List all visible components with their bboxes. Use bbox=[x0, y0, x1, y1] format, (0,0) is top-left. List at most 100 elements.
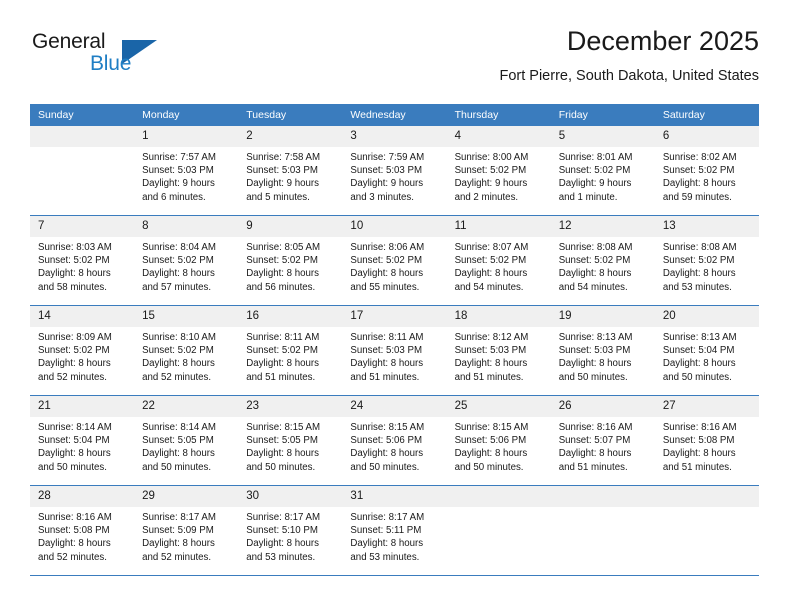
daylight-text-line1: Daylight: 8 hours bbox=[38, 538, 111, 550]
calendar-day-cell[interactable]: 7 Sunrise: 8:03 AM Sunset: 5:02 PM Daylight… bbox=[30, 215, 135, 306]
calendar-day-cell-empty bbox=[446, 485, 551, 576]
weekday-header-monday: Monday bbox=[134, 104, 239, 126]
calendar-day-cell[interactable]: 27 Sunrise: 8:16 AM Sunset: 5:08 PM Dayligh… bbox=[654, 395, 759, 486]
calendar-day-cell[interactable]: 17 Sunrise: 8:11 AM Sunset: 5:03 PM Dayligh… bbox=[342, 305, 447, 396]
daylight-text-line1: Daylight: 8 hours bbox=[454, 448, 528, 460]
calendar-day-cell[interactable]: 28 Sunrise: 8:16 AM Sunset: 5:08 PM Dayligh… bbox=[30, 485, 135, 576]
calendar-day-cell[interactable]: 31 Sunrise: 8:17 AM Sunset: 5:11 PM Dayligh… bbox=[342, 485, 447, 576]
sunset-text: Sunset: 5:08 PM bbox=[38, 525, 110, 537]
day-info: Sunrise: 8:10 AM Sunset: 5:02 PM Daylight:… bbox=[134, 327, 238, 384]
daylight-text-line1: Daylight: 8 hours bbox=[142, 448, 215, 460]
daylight-text-line1: Daylight: 8 hours bbox=[558, 268, 632, 280]
sunrise-text: Sunrise: 8:03 AM bbox=[38, 242, 112, 253]
daylight-text-line1: Daylight: 9 hours bbox=[454, 178, 528, 190]
sunrise-text: Sunrise: 8:14 AM bbox=[142, 422, 216, 433]
calendar-day-cell[interactable]: 12 Sunrise: 8:08 AM Sunset: 5:02 PM Dayligh… bbox=[550, 215, 655, 306]
calendar-week-row: 14 Sunrise: 8:09 AM Sunset: 5:02 PM Dayligh… bbox=[30, 305, 759, 396]
daylight-text-line1: Daylight: 8 hours bbox=[350, 358, 424, 370]
sunset-text: Sunset: 5:02 PM bbox=[246, 255, 318, 267]
sunrise-text: Sunrise: 8:15 AM bbox=[350, 422, 425, 433]
sunrise-text: Sunrise: 8:16 AM bbox=[38, 512, 112, 523]
calendar-day-cell[interactable]: 29 Sunrise: 8:17 AM Sunset: 5:09 PM Dayligh… bbox=[134, 485, 239, 576]
sunset-text: Sunset: 5:10 PM bbox=[246, 525, 318, 537]
day-number: 23 bbox=[238, 396, 343, 417]
calendar-day-cell[interactable]: 16 Sunrise: 8:11 AM Sunset: 5:02 PM Dayligh… bbox=[238, 305, 343, 396]
daylight-text-line2: and 58 minutes. bbox=[38, 281, 107, 293]
calendar-day-cell[interactable]: 14 Sunrise: 8:09 AM Sunset: 5:02 PM Dayligh… bbox=[30, 305, 135, 396]
sunrise-text: Sunrise: 8:12 AM bbox=[454, 332, 529, 343]
calendar-day-cell[interactable]: 11 Sunrise: 8:07 AM Sunset: 5:02 PM Dayligh… bbox=[446, 215, 551, 306]
daylight-text-line1: Daylight: 9 hours bbox=[350, 178, 424, 190]
calendar-day-cell[interactable]: 6 Sunrise: 8:02 AM Sunset: 5:02 PM Daylight… bbox=[654, 126, 759, 216]
daylight-text-line1: Daylight: 8 hours bbox=[558, 448, 632, 460]
calendar-day-cell[interactable]: 22 Sunrise: 8:14 AM Sunset: 5:05 PM Dayligh… bbox=[134, 395, 239, 486]
calendar-day-cell[interactable]: 13 Sunrise: 8:08 AM Sunset: 5:02 PM Dayligh… bbox=[654, 215, 759, 306]
day-number: 11 bbox=[446, 216, 551, 237]
calendar-day-cell[interactable]: 19 Sunrise: 8:13 AM Sunset: 5:03 PM Dayligh… bbox=[550, 305, 655, 396]
day-cell-inner: 29 Sunrise: 8:17 AM Sunset: 5:09 PM Dayligh… bbox=[134, 486, 239, 575]
calendar-day-cell[interactable]: 8 Sunrise: 8:04 AM Sunset: 5:02 PM Daylight… bbox=[134, 215, 239, 306]
calendar-day-cell[interactable]: 2 Sunrise: 7:58 AM Sunset: 5:03 PM Daylight… bbox=[238, 126, 343, 216]
day-number bbox=[446, 486, 551, 507]
calendar-body: 1 Sunrise: 7:57 AM Sunset: 5:03 PM Daylight… bbox=[30, 126, 759, 576]
daylight-text-line2: and 53 minutes. bbox=[662, 281, 732, 293]
day-info: Sunrise: 8:02 AM Sunset: 5:02 PM Daylight:… bbox=[655, 147, 759, 204]
calendar-day-cell[interactable]: 25 Sunrise: 8:15 AM Sunset: 5:06 PM Dayligh… bbox=[446, 395, 551, 486]
sunset-text: Sunset: 5:09 PM bbox=[142, 525, 214, 537]
sunrise-text: Sunrise: 8:11 AM bbox=[350, 332, 424, 343]
day-info: Sunrise: 8:01 AM Sunset: 5:02 PM Daylight:… bbox=[551, 147, 655, 204]
calendar-header-row: Sunday Monday Tuesday Wednesday Thursday Frid… bbox=[30, 104, 759, 126]
daylight-text-line1: Daylight: 9 hours bbox=[246, 178, 319, 190]
day-cell-inner: 20 Sunrise: 8:13 AM Sunset: 5:04 PM Dayligh… bbox=[654, 306, 759, 395]
calendar-day-cell[interactable]: 5 Sunrise: 8:01 AM Sunset: 5:02 PM Daylight… bbox=[550, 126, 655, 216]
day-info: Sunrise: 8:17 AM Sunset: 5:09 PM Daylight:… bbox=[134, 507, 238, 564]
calendar-day-cell[interactable]: 20 Sunrise: 8:13 AM Sunset: 5:04 PM Dayligh… bbox=[654, 305, 759, 396]
sunset-text: Sunset: 5:03 PM bbox=[558, 345, 631, 357]
daylight-text-line1: Daylight: 8 hours bbox=[246, 358, 319, 370]
calendar-day-cell[interactable]: 26 Sunrise: 8:16 AM Sunset: 5:07 PM Dayligh… bbox=[550, 395, 655, 486]
day-number: 2 bbox=[238, 126, 343, 147]
day-number: 16 bbox=[238, 306, 343, 327]
day-cell-inner: 21 Sunrise: 8:14 AM Sunset: 5:04 PM Dayligh… bbox=[30, 396, 135, 485]
calendar-day-cell[interactable]: 24 Sunrise: 8:15 AM Sunset: 5:06 PM Dayligh… bbox=[342, 395, 447, 486]
day-info: Sunrise: 8:14 AM Sunset: 5:04 PM Daylight:… bbox=[30, 417, 134, 474]
daylight-text-line1: Daylight: 8 hours bbox=[246, 448, 319, 460]
daylight-text-line1: Daylight: 8 hours bbox=[350, 268, 424, 280]
calendar-day-cell[interactable]: 4 Sunrise: 8:00 AM Sunset: 5:02 PM Daylight… bbox=[446, 126, 551, 216]
day-info: Sunrise: 8:13 AM Sunset: 5:04 PM Daylight:… bbox=[655, 327, 759, 384]
day-info: Sunrise: 8:16 AM Sunset: 5:08 PM Daylight:… bbox=[30, 507, 134, 564]
weekday-header-wednesday: Wednesday bbox=[342, 104, 447, 126]
sunrise-text: Sunrise: 8:04 AM bbox=[142, 242, 216, 253]
day-cell-inner: 23 Sunrise: 8:15 AM Sunset: 5:05 PM Dayligh… bbox=[238, 396, 343, 485]
brand-name-blue: Blue bbox=[90, 52, 132, 75]
calendar-day-cell[interactable]: 18 Sunrise: 8:12 AM Sunset: 5:03 PM Dayligh… bbox=[446, 305, 551, 396]
calendar-day-cell[interactable]: 9 Sunrise: 8:05 AM Sunset: 5:02 PM Daylight… bbox=[238, 215, 343, 306]
daylight-text-line2: and 56 minutes. bbox=[246, 281, 316, 293]
day-info: Sunrise: 7:58 AM Sunset: 5:03 PM Daylight:… bbox=[238, 147, 342, 204]
sunset-text: Sunset: 5:03 PM bbox=[454, 345, 527, 357]
sunrise-text: Sunrise: 8:14 AM bbox=[38, 422, 112, 433]
calendar-day-cell[interactable]: 3 Sunrise: 7:59 AM Sunset: 5:03 PM Daylight… bbox=[342, 126, 447, 216]
day-cell-inner: 14 Sunrise: 8:09 AM Sunset: 5:02 PM Dayligh… bbox=[30, 306, 135, 395]
calendar-day-cell[interactable]: 23 Sunrise: 8:15 AM Sunset: 5:05 PM Dayligh… bbox=[238, 395, 343, 486]
sunset-text: Sunset: 5:02 PM bbox=[350, 255, 423, 267]
sunset-text: Sunset: 5:02 PM bbox=[454, 165, 527, 177]
day-number: 15 bbox=[134, 306, 239, 327]
calendar-page: General Blue December 2025 Fort Pierre, … bbox=[0, 0, 792, 612]
sunrise-text: Sunrise: 8:13 AM bbox=[558, 332, 633, 343]
calendar-day-cell[interactable]: 21 Sunrise: 8:14 AM Sunset: 5:04 PM Dayligh… bbox=[30, 395, 135, 486]
brand-logo[interactable]: General Blue bbox=[30, 28, 190, 84]
sunset-text: Sunset: 5:08 PM bbox=[662, 435, 735, 447]
sunrise-text: Sunrise: 7:58 AM bbox=[246, 152, 321, 163]
sunrise-text: Sunrise: 8:02 AM bbox=[662, 152, 737, 163]
calendar-day-cell[interactable]: 15 Sunrise: 8:10 AM Sunset: 5:02 PM Dayligh… bbox=[134, 305, 239, 396]
daylight-text-line1: Daylight: 8 hours bbox=[246, 268, 319, 280]
calendar-day-cell[interactable]: 30 Sunrise: 8:17 AM Sunset: 5:10 PM Dayligh… bbox=[238, 485, 343, 576]
day-cell-inner bbox=[550, 486, 655, 575]
calendar-day-cell[interactable]: 10 Sunrise: 8:06 AM Sunset: 5:02 PM Dayligh… bbox=[342, 215, 447, 306]
daylight-text-line1: Daylight: 8 hours bbox=[142, 268, 215, 280]
calendar-day-cell[interactable]: 1 Sunrise: 7:57 AM Sunset: 5:03 PM Daylight… bbox=[134, 126, 239, 216]
day-number: 3 bbox=[342, 126, 447, 147]
day-number: 6 bbox=[654, 126, 759, 147]
sunset-text: Sunset: 5:02 PM bbox=[662, 165, 735, 177]
